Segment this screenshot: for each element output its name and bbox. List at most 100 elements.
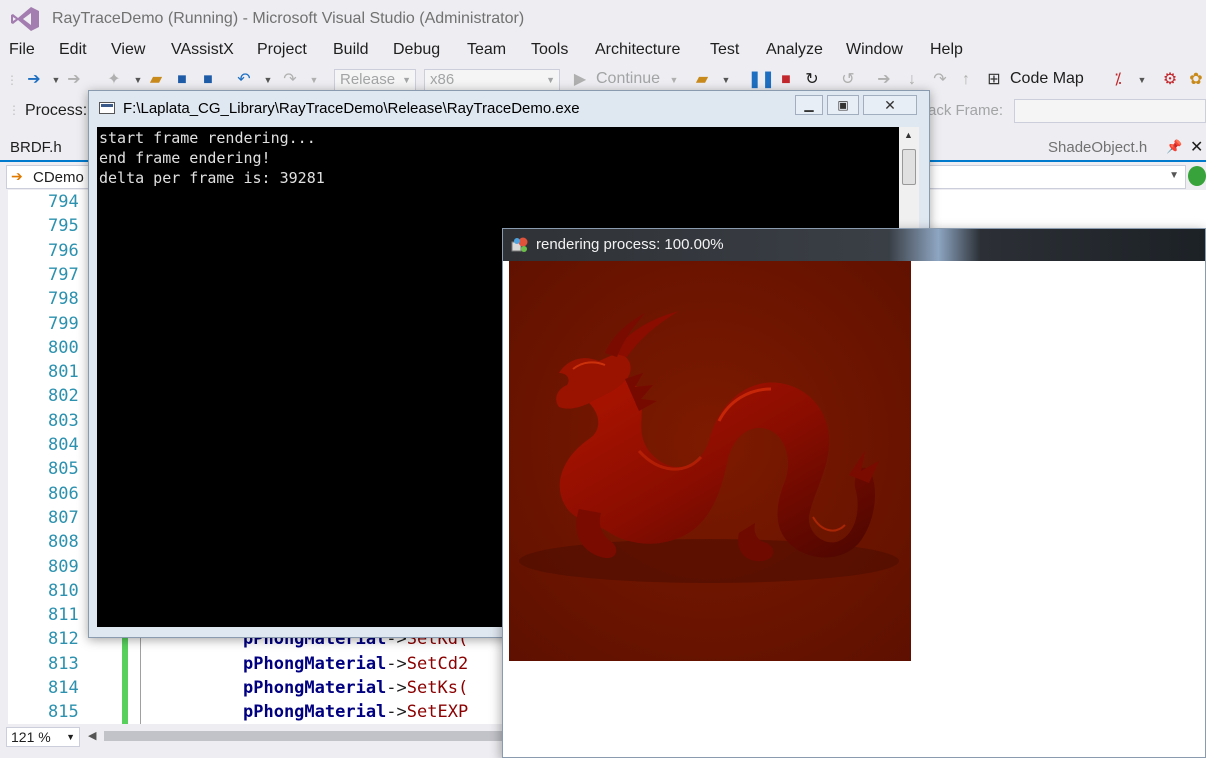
step-out-icon[interactable]: ↑	[956, 70, 976, 90]
menu-tools[interactable]: Tools	[531, 41, 568, 59]
code-line: pPhongMaterial->SetEXP	[243, 702, 468, 722]
line-number: 811	[48, 605, 79, 626]
scroll-up-icon[interactable]: ▲	[904, 130, 913, 140]
horizontal-scrollbar[interactable]	[104, 731, 504, 741]
break-all-icon[interactable]: ❚❚	[748, 70, 775, 90]
back-dropdown-icon[interactable]: ▼	[46, 70, 66, 90]
undo-icon[interactable]: ↶	[234, 70, 254, 90]
code-map-button[interactable]: Code Map	[1010, 70, 1084, 88]
save-icon[interactable]: ■	[172, 70, 192, 90]
toolbar-grip-icon: ⋮	[8, 103, 20, 117]
menu-view[interactable]: View	[111, 41, 145, 59]
minimize-button[interactable]: ▁	[795, 95, 823, 115]
close-tab-icon[interactable]: ✕	[1190, 137, 1203, 157]
zoom-dropdown[interactable]: 121 % ▼	[6, 727, 80, 747]
new-project-dropdown-icon[interactable]: ▼	[128, 70, 148, 90]
restart-icon[interactable]: ↻	[802, 70, 822, 90]
navigate-back-icon[interactable]: ➔	[24, 70, 44, 90]
step-into-icon[interactable]: ➔	[874, 70, 894, 90]
code-line: pPhongMaterial->SetCd2	[243, 654, 468, 674]
dragon-render-image	[509, 261, 911, 661]
scroll-thumb[interactable]	[902, 149, 916, 185]
stop-debugging-icon[interactable]: ■	[776, 70, 796, 90]
breakpoint-dropdown-icon[interactable]: ▼	[1132, 70, 1152, 90]
close-icon: ✕	[884, 97, 896, 113]
render-window: rendering process: 100.00%	[502, 228, 1206, 758]
code-identifier: pPhongMaterial	[243, 678, 387, 698]
minimize-icon: ▁	[804, 98, 814, 112]
attach-process-icon[interactable]: ▰	[692, 70, 712, 90]
configuration-dropdown[interactable]: Release ▼	[334, 69, 416, 91]
platform-value: x86	[430, 71, 455, 88]
new-project-icon[interactable]: ✦	[104, 70, 124, 90]
menu-bar: File Edit View VAssistX Project Build De…	[0, 38, 1206, 64]
toolbar-grip-icon: ⋮	[6, 73, 18, 87]
line-number: 800	[48, 337, 79, 358]
code-method-call: SetEXP	[406, 702, 469, 723]
stack-frame-label: ack Frame:	[928, 102, 1004, 119]
menu-architecture[interactable]: Architecture	[595, 41, 680, 59]
attach-dropdown-icon[interactable]: ▼	[716, 70, 736, 90]
undo-dropdown-icon[interactable]: ▼	[258, 70, 278, 90]
line-number: 814	[48, 678, 79, 698]
sync-refresh-icon[interactable]	[1188, 166, 1206, 186]
continue-button[interactable]: Continue	[596, 70, 660, 88]
maximize-icon: ▣	[837, 98, 849, 112]
redo-dropdown-icon[interactable]: ▼	[304, 70, 324, 90]
line-number: 809	[48, 556, 79, 577]
menu-project[interactable]: Project	[257, 41, 307, 59]
render-title-bar[interactable]: rendering process: 100.00%	[503, 229, 1205, 261]
application-icon	[511, 237, 528, 252]
continue-dropdown-icon[interactable]: ▼	[664, 70, 684, 90]
menu-help[interactable]: Help	[930, 41, 963, 59]
menu-team[interactable]: Team	[467, 41, 506, 59]
menu-analyze[interactable]: Analyze	[766, 41, 823, 59]
line-number: 799	[48, 313, 79, 334]
menu-test[interactable]: Test	[710, 41, 739, 59]
settings-gears-icon[interactable]: ⚙	[1160, 70, 1180, 90]
code-identifier: pPhongMaterial	[243, 702, 387, 723]
tab-shadeobject-h[interactable]: ShadeObject.h	[1048, 139, 1147, 156]
continue-play-icon[interactable]: ▶	[570, 70, 590, 90]
open-file-icon[interactable]: ▰	[146, 70, 166, 90]
pin-tab-icon[interactable]: 📌	[1166, 139, 1182, 155]
code-line: pPhongMaterial->SetKs(	[243, 678, 468, 698]
menu-file[interactable]: File	[9, 41, 35, 59]
code-method-call: SetKs(	[406, 678, 469, 698]
line-number: 813	[48, 653, 79, 674]
stack-frame-dropdown[interactable]	[1014, 99, 1206, 123]
line-number: 795	[48, 216, 79, 237]
platform-dropdown[interactable]: x86 ▼	[424, 69, 560, 91]
menu-debug[interactable]: Debug	[393, 41, 440, 59]
show-next-statement-icon[interactable]: ↺	[838, 70, 858, 90]
menu-window[interactable]: Window	[846, 41, 903, 59]
menu-vassistx[interactable]: VAssistX	[171, 41, 234, 59]
title-bar: RayTraceDemo (Running) - Microsoft Visua…	[0, 0, 1206, 38]
scroll-left-icon[interactable]: ◀	[88, 729, 96, 742]
navigate-forward-icon[interactable]: ➔	[64, 70, 84, 90]
visual-studio-logo-icon	[11, 7, 39, 31]
process-label: Process:	[25, 102, 88, 119]
maximize-button[interactable]: ▣	[827, 95, 859, 115]
redo-icon[interactable]: ↷	[280, 70, 300, 90]
render-title: rendering process: 100.00%	[536, 236, 724, 253]
menu-build[interactable]: Build	[333, 41, 369, 59]
line-number: 815	[48, 702, 79, 723]
breakpoint-toggle-icon[interactable]: ⁒	[1108, 70, 1128, 90]
code-identifier: pPhongMaterial	[243, 653, 387, 674]
save-all-icon[interactable]: ■	[198, 70, 218, 90]
outline-fold-line	[140, 626, 141, 724]
extension-icon[interactable]: ✿	[1186, 70, 1206, 90]
line-number: 798	[48, 289, 79, 310]
menu-edit[interactable]: Edit	[59, 41, 87, 59]
console-app-icon	[99, 102, 115, 114]
close-button[interactable]: ✕	[863, 95, 917, 115]
console-title-bar[interactable]: F:\Laplata_CG_Library\RayTraceDemo\Relea…	[89, 91, 929, 125]
console-title: F:\Laplata_CG_Library\RayTraceDemo\Relea…	[123, 100, 580, 117]
rendered-dragon-image	[509, 261, 911, 661]
tab-brdf-h[interactable]: BRDF.h	[10, 139, 62, 156]
window-title: RayTraceDemo (Running) - Microsoft Visua…	[52, 10, 525, 27]
step-over-icon[interactable]: ↓	[902, 70, 922, 90]
step-back-icon[interactable]: ↷	[930, 70, 950, 90]
line-number: 803	[48, 410, 79, 431]
